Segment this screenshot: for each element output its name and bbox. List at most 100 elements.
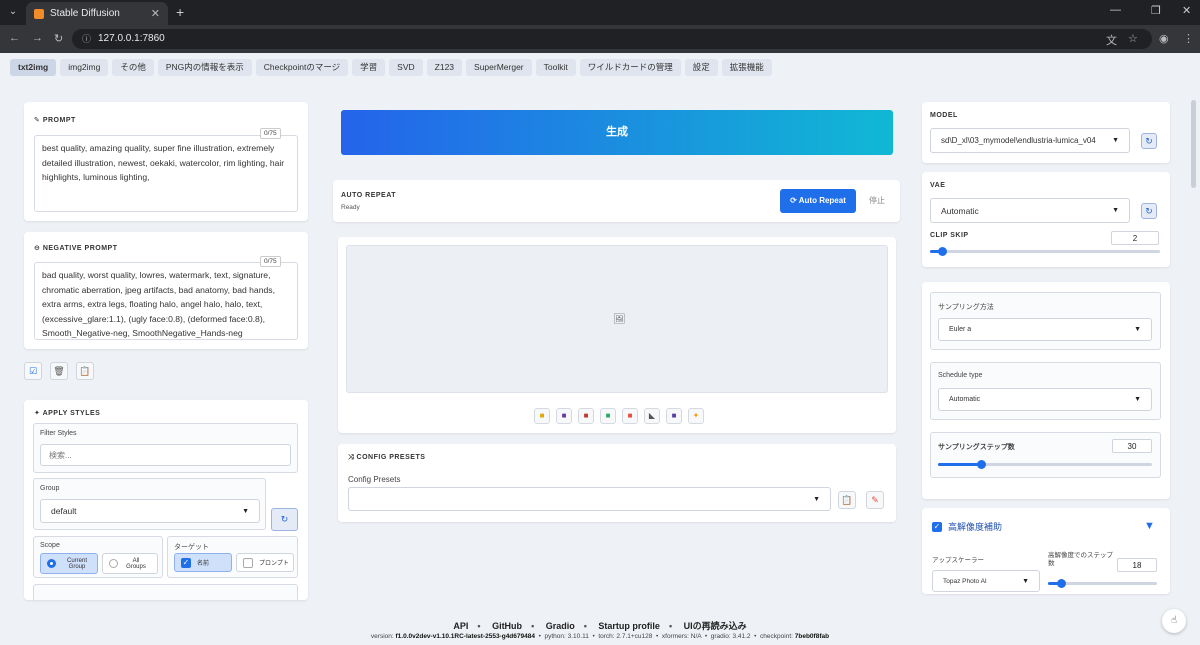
send-to-img2img-icon[interactable]: ■ [600, 408, 616, 424]
tab-png-info[interactable]: PNG内の情報を表示 [157, 59, 252, 76]
prompt-textarea[interactable]: best quality, amazing quality, super fin… [34, 135, 298, 212]
torch-version: 2.7.1+cu128 [616, 633, 653, 640]
target-prompt[interactable]: プロンプト [236, 553, 294, 572]
vae-select[interactable]: Automatic ▼ [930, 198, 1130, 223]
upscaler-select[interactable]: Topaz Photo AI ▼ [932, 570, 1040, 592]
scroll-cursor-icon[interactable]: ☝ [1162, 609, 1186, 633]
send-to-extras-icon[interactable]: ◣ [644, 408, 660, 424]
tab-search-icon[interactable]: ⌄ [6, 5, 20, 19]
preset-clipboard-icon[interactable]: 📋 [838, 491, 856, 509]
vae-refresh-button[interactable]: ↻ [1141, 203, 1157, 219]
sampler-box: サンプリング方法 Euler a ▼ [930, 292, 1161, 350]
tab-supermerger[interactable]: SuperMerger [466, 59, 532, 76]
folder-icon[interactable]: ■ [534, 408, 550, 424]
auto-repeat-button[interactable]: ⟳ Auto Repeat [780, 189, 856, 213]
bookmark-star-icon[interactable]: ☆ [1128, 32, 1138, 45]
clip-skip-knob[interactable] [937, 247, 947, 256]
group-box: Group default ▼ [33, 478, 266, 530]
footer-link-api[interactable]: API [453, 621, 468, 631]
target-name[interactable]: ✓ 名前 [174, 553, 232, 572]
tab-toolkit[interactable]: Toolkit [535, 59, 576, 76]
config-presets-card: ⤨ CONFIG PRESETS Config Presets ▼ 📋 ✎ [338, 444, 896, 522]
footer-link-gradio[interactable]: Gradio [546, 621, 575, 631]
sampler-value: Euler a [949, 326, 972, 333]
profile-icon[interactable]: ◉ [1159, 32, 1169, 45]
scope-all-groups[interactable]: All Groups [102, 553, 158, 574]
url-field[interactable]: ⓘ 127.0.0.1:7860 [72, 29, 1152, 49]
trash-icon[interactable]: 🗑 [50, 362, 68, 380]
tab-txt2img[interactable]: txt2img [10, 59, 57, 76]
pencil-icon: ✎ [34, 117, 43, 124]
tab-close-icon[interactable]: ✕ [151, 7, 160, 20]
browser-menu-icon[interactable]: ⋮ [1183, 32, 1194, 45]
steps-slider[interactable] [938, 460, 1152, 469]
steps-knob[interactable] [976, 460, 986, 469]
model-select[interactable]: sd\D_xl\03_mymodel\endlustria-lumica_v04… [930, 128, 1130, 153]
hires-card: ✓ 高解像度補助 ▼ アップスケーラー Topaz Photo AI ▼ 高解像… [922, 508, 1170, 594]
page-scrollbar[interactable] [1191, 100, 1196, 188]
generate-button[interactable]: 生成 [341, 110, 893, 155]
tab-extras[interactable]: その他 [112, 59, 154, 76]
tab-checkpoint-merger[interactable]: Checkpointのマージ [255, 59, 349, 76]
caret-down-icon: ▼ [242, 507, 249, 515]
filter-styles-input[interactable] [40, 444, 291, 466]
config-presets-select[interactable]: ▼ [348, 487, 831, 511]
negative-prompt-title: ⊖ NEGATIVE PROMPT [34, 245, 118, 252]
caret-down-icon: ▼ [1134, 326, 1141, 333]
new-tab-icon[interactable]: + [176, 4, 184, 20]
maximize-icon[interactable]: ❐ [1151, 4, 1161, 17]
translate-icon[interactable]: 文 [1106, 32, 1117, 48]
window-close-icon[interactable]: ✕ [1182, 4, 1191, 17]
footer-link-github[interactable]: GitHub [492, 621, 522, 631]
preset-edit-icon[interactable]: ✎ [866, 491, 884, 509]
scope-current-group[interactable]: Current Group [40, 553, 98, 574]
sparkle-tool-icon[interactable]: ✦ [688, 408, 704, 424]
zip-icon[interactable]: ■ [578, 408, 594, 424]
clipboard-icon[interactable]: 📋 [76, 362, 94, 380]
tab-z123[interactable]: Z123 [426, 59, 463, 76]
send-to-inpaint-icon[interactable]: ■ [622, 408, 638, 424]
footer-link-reload-ui[interactable]: UIの再読み込み [684, 621, 747, 631]
minimize-icon[interactable]: — [1110, 4, 1121, 16]
footer-link-startup-profile[interactable]: Startup profile [598, 621, 660, 631]
browser-tab-title: Stable Diffusion [50, 8, 120, 19]
filter-styles-label: Filter Styles [40, 430, 77, 437]
collapse-triangle-icon[interactable]: ▼ [1144, 520, 1155, 532]
refresh-styles-button[interactable]: ↻ [271, 508, 298, 531]
group-select[interactable]: default ▼ [40, 499, 260, 523]
model-refresh-button[interactable]: ↻ [1141, 133, 1157, 149]
clip-skip-slider[interactable] [930, 247, 1160, 256]
browser-tab[interactable]: Stable Diffusion ✕ [26, 2, 168, 25]
forward-icon[interactable]: → [32, 32, 43, 44]
tab-img2img[interactable]: img2img [60, 59, 109, 76]
target-box: ターゲット ✓ 名前 プロンプト [167, 536, 298, 578]
upscaler-label: アップスケーラー [932, 557, 984, 564]
tab-wildcards[interactable]: ワイルドカードの管理 [579, 59, 681, 76]
url-text: 127.0.0.1:7860 [98, 33, 165, 44]
paste-icon[interactable]: ☑ [24, 362, 42, 380]
image-toolbar: ■ ■ ■ ■ ■ ◣ ■ ✦ [534, 408, 704, 424]
reload-icon[interactable]: ↻ [54, 32, 63, 45]
save-icon[interactable]: ■ [556, 408, 572, 424]
negative-prompt-textarea[interactable]: bad quality, worst quality, lowres, wate… [34, 262, 298, 340]
site-info-icon[interactable]: ⓘ [82, 29, 91, 49]
tab-settings[interactable]: 設定 [684, 59, 718, 76]
hires-steps-knob[interactable] [1057, 579, 1067, 588]
video-icon[interactable]: ■ [666, 408, 682, 424]
stop-button[interactable]: 停止 [860, 189, 894, 213]
hires-steps-input[interactable]: 18 [1117, 558, 1157, 572]
tab-train[interactable]: 学習 [352, 59, 386, 76]
hires-toggle[interactable]: ✓ 高解像度補助 [932, 520, 1002, 533]
steps-input[interactable]: 30 [1112, 439, 1152, 453]
schedule-select[interactable]: Automatic ▼ [938, 388, 1152, 411]
sampler-select[interactable]: Euler a ▼ [938, 318, 1152, 341]
hires-steps-slider[interactable] [1048, 579, 1157, 588]
clip-skip-input[interactable]: 2 [1111, 231, 1159, 245]
tab-extensions[interactable]: 拡張機能 [721, 59, 772, 76]
tab-svd[interactable]: SVD [389, 59, 423, 76]
back-icon[interactable]: ← [9, 32, 20, 44]
target-label: ターゲット [174, 544, 209, 551]
footer-version-info: version: f1.0.0v2dev-v1.10.1RC-latest-25… [370, 633, 830, 640]
address-bar-row: ← → ↻ ⓘ 127.0.0.1:7860 文 ☆ ◉ ⋮ [0, 25, 1200, 53]
shuffle-icon: ⤨ [348, 454, 357, 461]
